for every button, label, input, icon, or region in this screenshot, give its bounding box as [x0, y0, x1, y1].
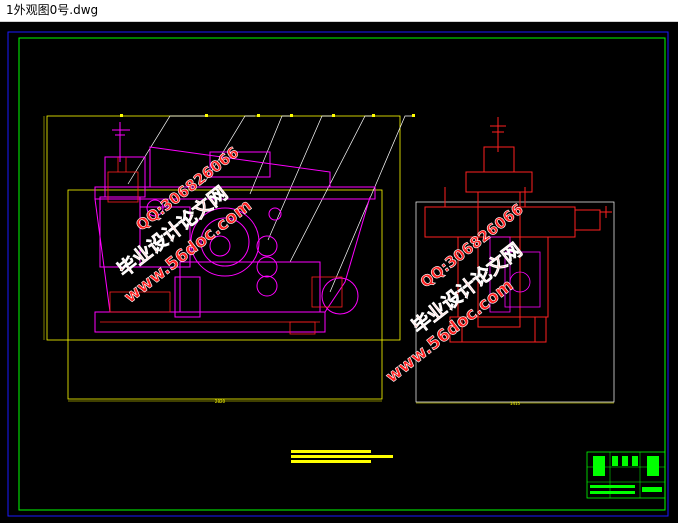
technical-notes [291, 450, 393, 463]
window-title: 1外观图0号.dwg [0, 0, 678, 22]
drawing-canvas[interactable]: 2820 1415 毕业设计论文网 www.56doc.com QQ:30682… [0, 22, 678, 523]
sheet-border [18, 37, 666, 511]
leader-4 [267, 115, 332, 241]
leader-tags [120, 114, 415, 117]
side-width-dimension: 1415 [510, 401, 521, 406]
title-block [586, 451, 666, 499]
watermark-2: 毕业设计论文网 www.56doc.com QQ:306826066 [382, 200, 527, 388]
leader-5 [289, 115, 372, 263]
front-width-dimension: 2820 [215, 399, 226, 404]
cad-viewer-window: 1外观图0号.dwg 2820 1415 毕业设计论文网 www.56doc.c… [0, 0, 678, 523]
drawing-svg: 2820 1415 毕业设计论文网 www.56doc.com QQ:30682… [7, 31, 669, 517]
